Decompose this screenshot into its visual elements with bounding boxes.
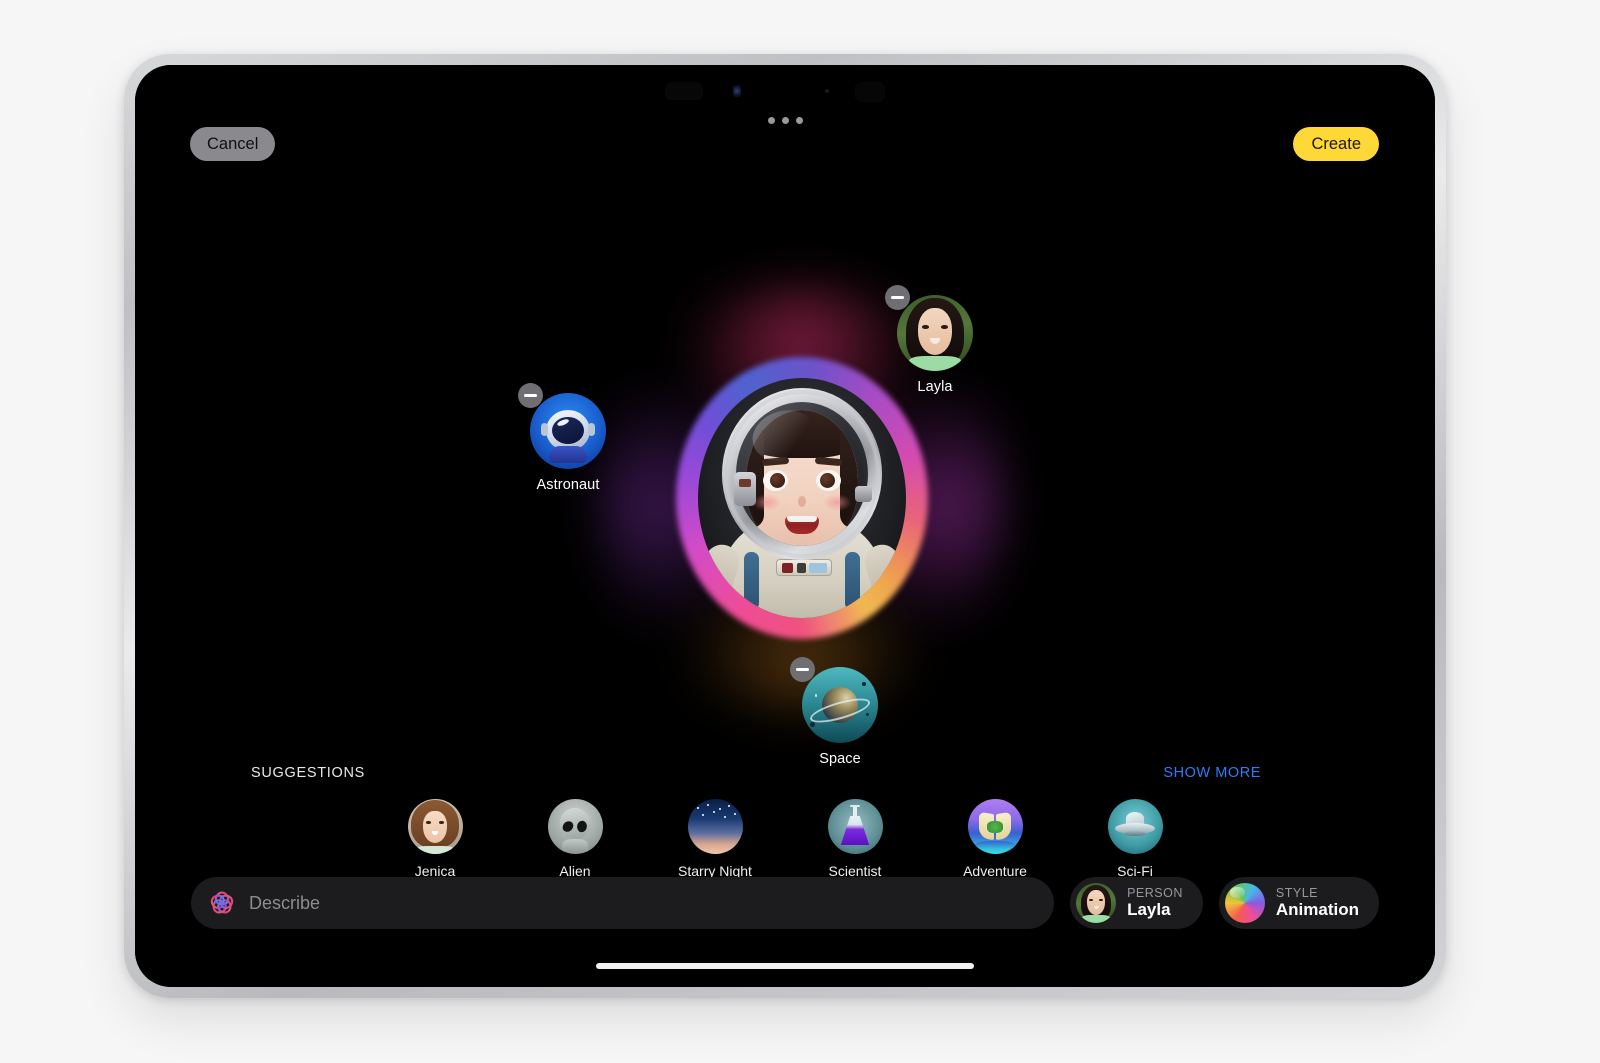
suggestion-jenica[interactable]: Jenica (397, 799, 473, 879)
multitask-dot (767, 117, 775, 124)
suggestions-row: Jenica Alien Starry Night Scientist Adve… (135, 799, 1435, 879)
suggestion-adventure[interactable]: Adventure (957, 799, 1033, 879)
front-sensor-cluster (135, 77, 1435, 107)
tablet-screen-bezel: Cancel Create Astronaut Layla Space SUGG… (135, 65, 1435, 987)
describe-input[interactable]: Describe (191, 877, 1055, 929)
person-photo-icon (407, 799, 463, 854)
suggestions-title: SUGGESTIONS (251, 765, 366, 781)
face-id-sensor-icon (855, 82, 885, 102)
concept-token-space[interactable]: Space (790, 657, 878, 767)
token-label: Layla (917, 379, 953, 395)
ambient-sensor-icon (825, 89, 829, 93)
token-label: Astronaut (536, 477, 600, 493)
speaker-grille-icon (665, 82, 703, 100)
helmet-module-right (855, 486, 872, 502)
show-more-button[interactable]: SHOW MORE (1163, 765, 1261, 781)
astronaut-strap-right (845, 552, 860, 610)
front-camera-icon (733, 85, 741, 97)
person-photo-icon (897, 295, 973, 371)
apple-intelligence-icon (209, 890, 235, 916)
astronaut-strap-left (744, 552, 759, 610)
suggestions-section: SUGGESTIONS SHOW MORE Jenica Alien Starr… (135, 765, 1435, 879)
astronaut-helmet-icon (530, 393, 606, 469)
style-chip-value: Animation (1275, 900, 1359, 920)
style-chip-text: STYLE Animation (1276, 886, 1359, 919)
remove-token-button[interactable] (518, 383, 543, 408)
concept-token-layla[interactable]: Layla (885, 285, 973, 395)
multitask-dot (795, 117, 803, 124)
suggestion-alien[interactable]: Alien (537, 799, 613, 879)
style-chip-kicker: STYLE (1275, 886, 1318, 901)
composer-bar: Describe PERSON Layla STYLE Animation (135, 877, 1435, 929)
concept-token-astronaut[interactable]: Astronaut (518, 383, 606, 493)
suggestions-header: SUGGESTIONS SHOW MORE (251, 765, 1379, 785)
person-chip-value: Layla (1127, 900, 1171, 920)
person-chip-text: PERSON Layla (1127, 886, 1183, 919)
home-indicator[interactable] (596, 963, 974, 969)
alien-icon (547, 799, 603, 854)
person-photo-icon (1076, 883, 1117, 923)
starry-sky-icon (687, 799, 743, 854)
astronaut-helmet (722, 388, 882, 560)
image-canvas: Astronaut Layla Space (135, 145, 1435, 767)
suggestion-starry-night[interactable]: Starry Night (677, 799, 753, 879)
style-context-chip[interactable]: STYLE Animation (1218, 877, 1379, 929)
suggestion-scientist[interactable]: Scientist (817, 799, 893, 879)
flask-icon (827, 799, 883, 854)
suggestion-sci-fi[interactable]: Sci-Fi (1097, 799, 1173, 879)
page-root: Cancel Create Astronaut Layla Space SUGG… (0, 0, 1600, 1063)
planet-icon (802, 667, 878, 743)
person-chip-kicker: PERSON (1127, 886, 1183, 901)
astronaut-chest-panel (776, 559, 832, 576)
remove-token-button[interactable] (885, 285, 910, 310)
remove-token-button[interactable] (790, 657, 815, 682)
astronaut-artwork (698, 378, 906, 618)
style-ball-icon (1224, 883, 1265, 923)
helmet-module-left (734, 472, 756, 506)
multitask-dot (781, 117, 789, 124)
ufo-icon (1107, 799, 1163, 854)
tablet-device-frame: Cancel Create Astronaut Layla Space SUGG… (124, 54, 1446, 998)
generated-image-bubble[interactable] (598, 285, 1006, 711)
person-context-chip[interactable]: PERSON Layla (1070, 877, 1203, 929)
generated-image[interactable] (698, 378, 906, 618)
app-screen: Cancel Create Astronaut Layla Space SUGG… (135, 65, 1435, 987)
multitasking-controls[interactable] (135, 117, 1435, 124)
describe-placeholder: Describe (249, 892, 321, 913)
map-icon (967, 799, 1023, 854)
